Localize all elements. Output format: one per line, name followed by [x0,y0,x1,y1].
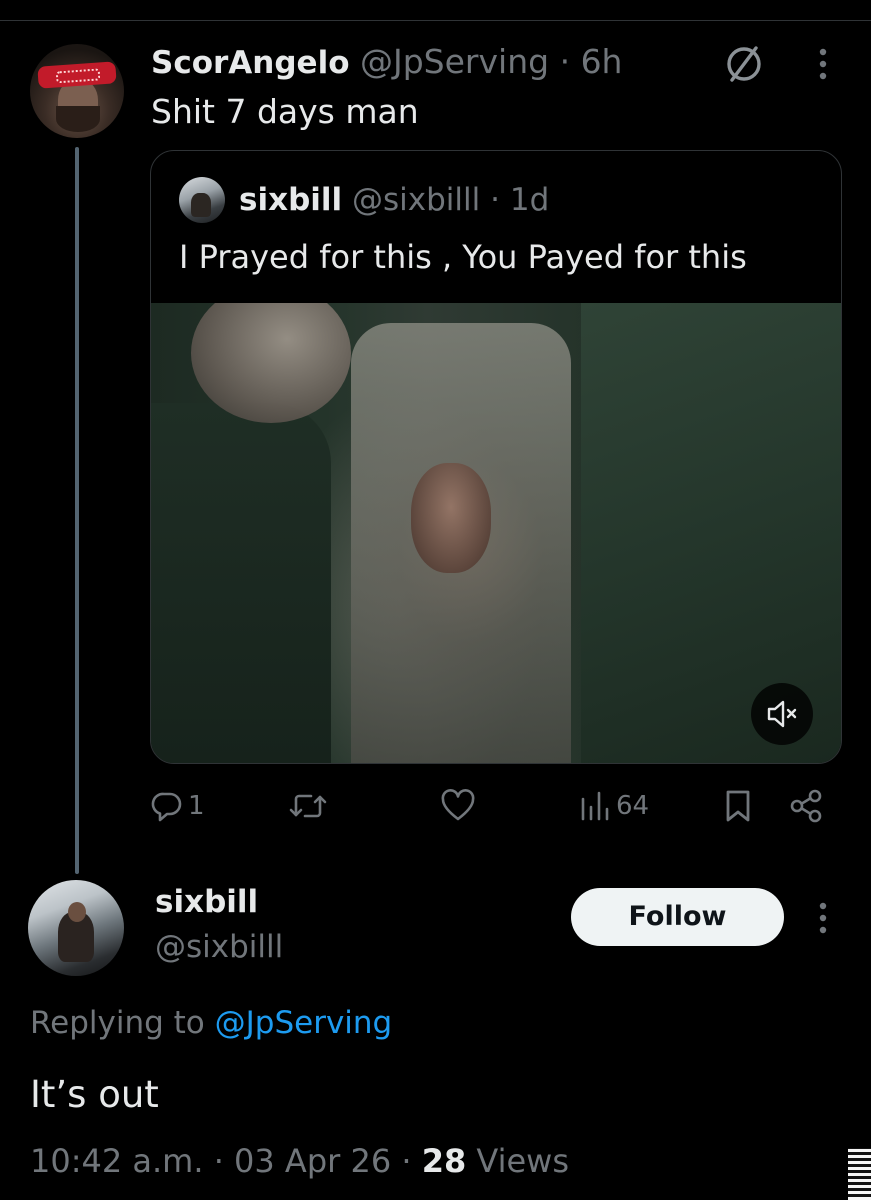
parent-display-name[interactable]: ScorAngelo [151,45,350,81]
speaker-muted-icon [767,700,797,728]
bookmark-icon [726,790,750,822]
reply-tweet-text: It’s out [30,1073,159,1116]
follow-button[interactable]: Follow [571,888,784,946]
reply-icon [151,792,182,822]
reply-count: 1 [188,791,205,821]
reply-handle[interactable]: @sixbilll [155,925,283,969]
quoted-avatar [179,177,225,223]
reply-views-count: 28 [421,1142,467,1180]
more-vertical-icon[interactable] [808,44,838,84]
views-button[interactable]: 64 [578,784,649,828]
quoted-separator: · [490,182,500,218]
parent-handle[interactable]: @JpServing [360,42,549,81]
retweet-icon [289,794,327,818]
reply-avatar[interactable] [28,880,124,976]
bookmark-button[interactable] [722,784,754,828]
avatar-beard [56,106,100,132]
parent-separator: · [559,42,571,81]
views-icon [581,791,609,821]
quoted-header: sixbill @sixbilll · 1d [239,177,549,223]
reply-display-name[interactable]: sixbill [155,880,258,924]
mute-button[interactable] [751,683,813,745]
replying-to-line: Replying to @JpServing [30,1000,392,1046]
avatar-head [68,902,86,922]
quoted-tweet-text: I Prayed for this , You Payed for this [179,238,747,276]
avatar-bandana [37,61,117,89]
heart-icon [441,789,475,821]
reply-timestamp[interactable]: 10:42 a.m. · 03 Apr 26 · [30,1142,412,1180]
reply-views-label: Views [476,1142,569,1180]
video-face-print [411,463,491,573]
retweet-button[interactable] [288,784,332,828]
scroll-indicator [848,1148,871,1200]
parent-header: ScorAngelo @JpServing · 6h [151,40,622,85]
quoted-handle: @sixbilll [352,182,481,218]
quoted-tweet-card[interactable]: sixbill @sixbilll · 1d I Prayed for this… [150,150,842,764]
more-vertical-icon[interactable] [808,898,838,938]
quoted-display-name: sixbill [239,182,343,218]
replying-to-mention[interactable]: @JpServing [215,1005,393,1041]
replying-prefix: Replying to [30,1005,205,1041]
parent-time[interactable]: 6h [581,42,623,81]
share-icon [790,789,822,823]
reply-button[interactable]: 1 [150,784,205,828]
quoted-time: 1d [509,182,550,218]
thread-line [75,147,79,874]
share-button[interactable] [788,784,824,828]
quoted-video[interactable] [151,303,841,763]
parent-tweet-text: Shit 7 days man [151,92,419,131]
views-count: 64 [616,791,650,821]
reply-meta: 10:42 a.m. · 03 Apr 26 · 28 Views [30,1138,569,1184]
parent-avatar[interactable] [30,44,124,138]
top-divider [0,20,871,21]
like-button[interactable] [440,784,480,828]
video-jacket-left [151,403,331,763]
slash-circle-icon[interactable] [720,40,768,88]
